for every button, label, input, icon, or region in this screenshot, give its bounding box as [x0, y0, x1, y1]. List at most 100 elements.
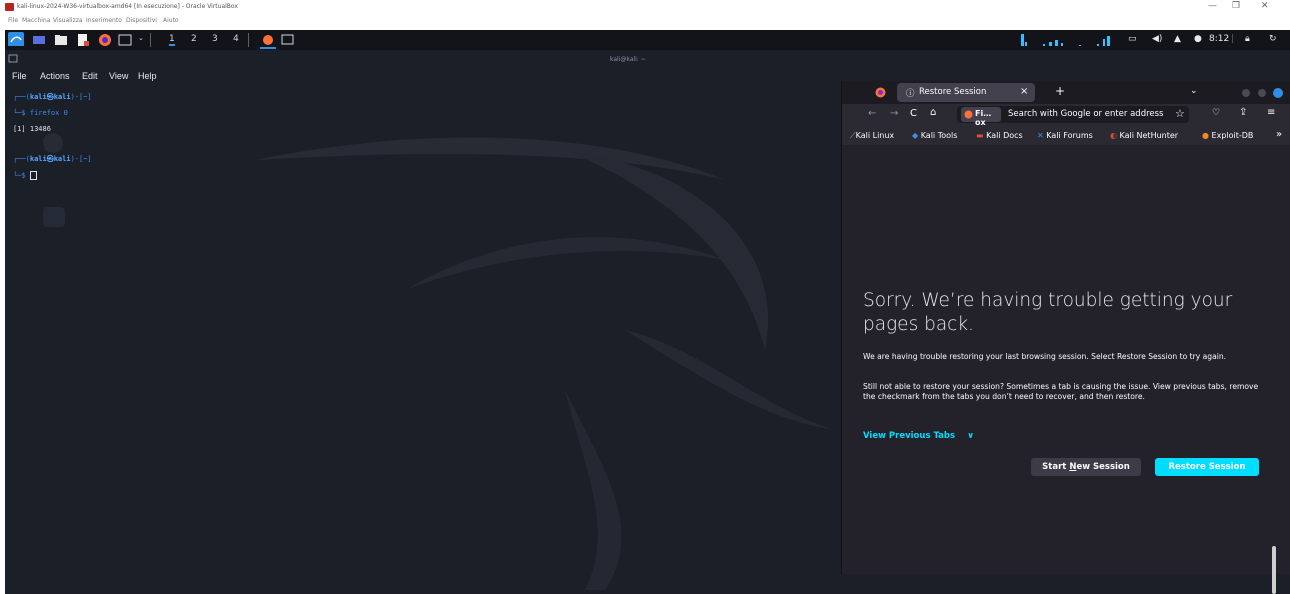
volume-icon[interactable]: ◀)	[1152, 34, 1162, 44]
host-menu-visualizza[interactable]: Visualizza	[53, 17, 83, 24]
firefox-logo-icon	[875, 87, 886, 98]
terminal-menu-actions[interactable]: Actions	[40, 71, 70, 81]
share-icon[interactable]: ⇪	[1239, 107, 1247, 118]
bookmark-kali-linux[interactable]: ⟋Kali Linux	[850, 131, 894, 141]
terminal-window-icon	[8, 54, 18, 63]
start-new-session-button[interactable]: Start New Session	[1031, 458, 1141, 476]
panel-separator	[248, 33, 249, 47]
nethunter-icon: ◐	[1110, 131, 1117, 140]
restore-session-button[interactable]: Restore Session	[1155, 458, 1259, 476]
panel-clock[interactable]: 8:12	[1209, 34, 1229, 44]
bookmark-kali-nethunter[interactable]: ◐ Kali NetHunter	[1110, 131, 1178, 140]
workspace-4[interactable]: 4	[233, 34, 239, 44]
prompt-symbol: └─$	[13, 171, 30, 180]
host-menu-macchina[interactable]: Macchina	[22, 17, 50, 24]
back-arrow-icon[interactable]: ←	[868, 108, 876, 119]
tab-restore-session[interactable]: ⓘ Restore Session ×	[897, 83, 1035, 102]
minimize-button[interactable]: —	[1208, 1, 1217, 11]
workspace-1[interactable]: 1	[169, 34, 175, 46]
tab-title: Restore Session	[919, 87, 987, 97]
prompt-user: kali㉿kali	[29, 93, 71, 101]
reload-icon[interactable]: C	[910, 108, 917, 119]
restore-button[interactable]: ❐	[1232, 1, 1240, 11]
power-icon[interactable]: ↻	[1269, 34, 1277, 44]
lock-screen-icon[interactable]: 🔒︎	[1245, 34, 1250, 44]
notification-bell-icon[interactable]: ▲	[1174, 34, 1181, 44]
identity-label: Fi…ox	[975, 109, 992, 127]
button-label-part: ew Session	[1076, 462, 1130, 472]
app-menu-icon[interactable]: ≡	[1267, 107, 1275, 118]
host-menu-aiuto[interactable]: Aiuto	[163, 17, 179, 24]
bookmark-kali-tools[interactable]: ◆ Kali Tools	[912, 131, 957, 140]
forward-arrow-icon[interactable]: →	[890, 108, 898, 119]
terminal-icon[interactable]	[118, 33, 132, 47]
text-editor-icon[interactable]	[76, 33, 90, 47]
firefox-icon[interactable]	[97, 33, 113, 47]
url-input-placeholder: Search with Google or enter address	[1008, 109, 1164, 119]
button-label-part: Start	[1042, 462, 1070, 472]
kali-forums-icon: ✕	[1037, 131, 1044, 140]
terminal-output[interactable]: ┌──(kali㉿kali)-[~] └─$ firefox 0 [1] 134…	[13, 85, 92, 196]
list-all-tabs-icon[interactable]: ⌄	[1190, 86, 1198, 96]
panel-separator: |	[1231, 34, 1235, 44]
kali-docs-icon: ▬	[976, 131, 984, 140]
tab-close-icon[interactable]: ×	[1020, 86, 1028, 97]
guest-screen: ⌄ 1 2 3 4 ▭ ◀) ▲ ● 8:12 | 🔒︎ ↻ kali@kali…	[5, 30, 1290, 594]
xfce-top-panel: ⌄ 1 2 3 4 ▭ ◀) ▲ ● 8:12 | 🔒︎ ↻	[5, 30, 1290, 50]
firefox-nav-bar: ← → C ⌂ Fi…ox Search with Google or ente…	[842, 104, 1290, 127]
bookmark-kali-forums[interactable]: ✕ Kali Forums	[1037, 131, 1093, 140]
restore-session-page: Sorry. We’re having trouble getting your…	[842, 145, 1290, 574]
virtualbox-vm-icon	[5, 3, 14, 11]
bookmarks-toolbar: ⟋Kali Linux ◆ Kali Tools ▬ Kali Docs ✕ K…	[842, 126, 1290, 146]
command-line: └─$ firefox 0	[13, 109, 92, 117]
pocket-icon[interactable]: ♡	[1212, 108, 1220, 118]
prompt-line: ┌──(kali㉿kali)-[~]	[13, 93, 92, 101]
prompt-directory: )-[~]	[70, 155, 92, 163]
vertical-scrollbar[interactable]	[1272, 546, 1276, 594]
chevron-down-icon: ∨	[967, 431, 974, 441]
network-icon[interactable]: ●	[1194, 34, 1202, 44]
minimize-window-button[interactable]	[1242, 89, 1250, 97]
new-tab-button[interactable]: +	[1055, 84, 1065, 98]
command-text: firefox 0	[29, 109, 68, 117]
show-desktop-icon[interactable]	[32, 33, 46, 47]
maximize-window-button[interactable]	[1258, 89, 1266, 97]
terminal-menu-edit[interactable]: Edit	[82, 71, 98, 81]
terminal-task-icon[interactable]	[281, 33, 295, 47]
close-button[interactable]: ✕	[1261, 1, 1269, 11]
prompt-decoration: ┌──(	[13, 93, 30, 101]
terminal-menu-file[interactable]: File	[12, 71, 27, 81]
chevron-down-icon[interactable]: ⌄	[138, 34, 144, 42]
terminal-menu-view[interactable]: View	[109, 71, 128, 81]
firefox-identity-icon	[964, 110, 973, 119]
workspace-3[interactable]: 3	[212, 34, 218, 44]
display-icon[interactable]: ▭	[1128, 34, 1137, 44]
host-menu-inserimento[interactable]: Inserimento	[86, 17, 122, 24]
host-menu-bar: File Macchina Visualizza Inserimento Dis…	[0, 14, 1290, 28]
cpu-graph-icon	[1021, 34, 1110, 46]
command-output: [1] 13486	[13, 125, 51, 133]
bookmark-exploit-db[interactable]: ● Exploit-DB	[1202, 131, 1253, 140]
view-previous-tabs-link[interactable]: View Previous Tabs ∨	[863, 431, 974, 441]
file-manager-icon[interactable]	[54, 33, 68, 47]
terminal-menu-help[interactable]: Help	[138, 71, 157, 81]
identity-box[interactable]: Fi…ox	[961, 107, 1001, 127]
host-menu-file[interactable]: File	[8, 17, 18, 24]
url-bar[interactable]: Fi…ox Search with Google or enter addres…	[957, 106, 1189, 127]
home-icon[interactable]: ⌂	[930, 107, 936, 118]
close-window-button[interactable]	[1273, 88, 1283, 98]
bookmark-kali-docs[interactable]: ▬ Kali Docs	[976, 131, 1023, 140]
workspace-2[interactable]: 2	[191, 34, 197, 44]
kali-menu-icon[interactable]	[8, 32, 24, 46]
host-menu-dispositivi[interactable]: Dispositivi	[126, 17, 157, 24]
exploit-db-icon: ●	[1202, 131, 1209, 140]
bookmark-label: Kali Tools	[920, 131, 958, 140]
bookmarks-overflow-icon[interactable]: »	[1276, 129, 1282, 140]
command-line: └─$	[13, 171, 92, 180]
bookmark-star-icon[interactable]: ☆	[1175, 107, 1185, 120]
terminal-window-title: kali@kali: ~	[610, 56, 646, 63]
host-title-bar: kali-linux-2024-W36-virtualbox-amd64 [In…	[0, 0, 1290, 14]
firefox-window: ⓘ Restore Session × + ⌄ ← → C ⌂ Fi…ox Se…	[841, 81, 1290, 574]
kali-tools-icon: ◆	[912, 131, 919, 140]
firefox-task-icon[interactable]	[260, 33, 276, 49]
